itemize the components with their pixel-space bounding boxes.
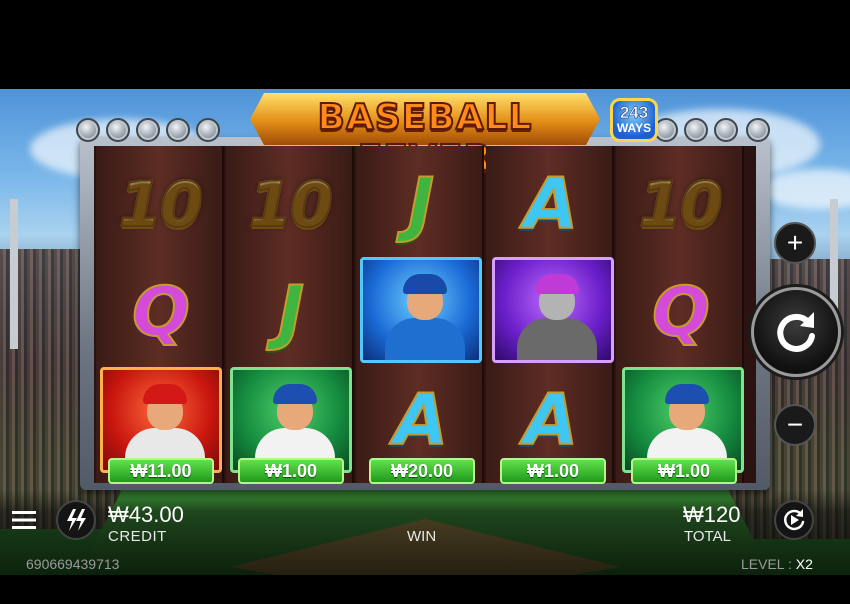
frame-bolt-icon bbox=[166, 118, 190, 142]
spin-button[interactable] bbox=[751, 287, 841, 377]
frame-bolt-icon bbox=[76, 118, 100, 142]
autoplay-icon bbox=[783, 509, 805, 531]
symbol-jack: J bbox=[356, 150, 484, 258]
menu-icon bbox=[12, 511, 36, 529]
letterbox-bottom bbox=[0, 575, 850, 604]
level-value: X2 bbox=[795, 556, 813, 572]
symbol-label: A bbox=[393, 378, 449, 462]
player-cap bbox=[143, 384, 187, 404]
ways-badge: 243 WAYS bbox=[610, 98, 658, 142]
refresh-icon bbox=[777, 312, 815, 352]
symbol-label: 10 bbox=[248, 167, 334, 242]
symbol-queen: Q bbox=[96, 258, 224, 366]
symbol-jack: J bbox=[226, 258, 354, 366]
frame-bolt-icon bbox=[746, 118, 770, 142]
turbo-button[interactable] bbox=[56, 500, 96, 540]
symbol-label: A bbox=[523, 378, 579, 462]
minus-icon: − bbox=[786, 409, 804, 440]
win-label: WIN bbox=[407, 528, 437, 545]
player-cap bbox=[273, 384, 317, 404]
player-cap bbox=[535, 274, 579, 294]
symbol-label: Q bbox=[131, 272, 191, 353]
frame-bolt-icon bbox=[106, 118, 130, 142]
menu-button[interactable] bbox=[6, 505, 42, 535]
frame-bolt-icon bbox=[684, 118, 708, 142]
total-bet-label: TOTAL bbox=[684, 528, 731, 545]
player-body bbox=[517, 318, 597, 360]
credit-label: CREDIT bbox=[108, 528, 167, 545]
player-cap bbox=[665, 384, 709, 404]
symbol-label: J bbox=[407, 162, 435, 246]
player-cap bbox=[403, 274, 447, 294]
level-indicator: LEVEL : X2 bbox=[741, 556, 813, 572]
reel-win-amount: ₩1.00 bbox=[238, 458, 344, 484]
reel-win-amount: ₩20.00 bbox=[369, 458, 475, 484]
lightning-icon bbox=[67, 509, 86, 531]
symbol-queen: Q bbox=[616, 258, 744, 366]
symbol-ten: 10 bbox=[616, 150, 744, 258]
frame-bolt-icon bbox=[136, 118, 160, 142]
ways-number: 243 bbox=[619, 103, 649, 122]
session-id: 690669439713 bbox=[26, 556, 120, 572]
game-logo: BASEBALL FEVER bbox=[250, 93, 600, 180]
credit-value: ₩43.00 bbox=[108, 502, 184, 527]
player-body bbox=[385, 318, 465, 360]
reel-win-amount: ₩11.00 bbox=[108, 458, 214, 484]
symbol-label: J bbox=[277, 270, 305, 354]
reel-win-amount: ₩1.00 bbox=[631, 458, 737, 484]
symbol-ten: 10 bbox=[226, 150, 354, 258]
symbol-label: 10 bbox=[118, 167, 204, 242]
plus-icon: + bbox=[786, 227, 804, 258]
letterbox-top bbox=[0, 0, 850, 89]
frame-bolt-icon bbox=[714, 118, 738, 142]
symbol-label: Q bbox=[651, 272, 711, 353]
level-label: LEVEL bbox=[741, 556, 785, 572]
reel-win-amount: ₩1.00 bbox=[500, 458, 606, 484]
catcher-purple-card-icon bbox=[492, 257, 614, 363]
symbol-label: 10 bbox=[638, 167, 724, 242]
light-tower bbox=[10, 199, 18, 349]
symbol-ten: 10 bbox=[96, 150, 224, 258]
total-bet-value: ₩120 bbox=[683, 502, 741, 527]
symbol-label: A bbox=[523, 162, 579, 246]
batter-blue-card-icon bbox=[360, 257, 482, 363]
increase-bet-button[interactable]: + bbox=[774, 222, 816, 264]
decrease-bet-button[interactable]: − bbox=[774, 404, 816, 446]
symbol-ace: A bbox=[486, 150, 614, 258]
autoplay-button[interactable] bbox=[774, 500, 814, 540]
frame-bolt-icon bbox=[196, 118, 220, 142]
ways-label: WAYS bbox=[616, 121, 652, 135]
